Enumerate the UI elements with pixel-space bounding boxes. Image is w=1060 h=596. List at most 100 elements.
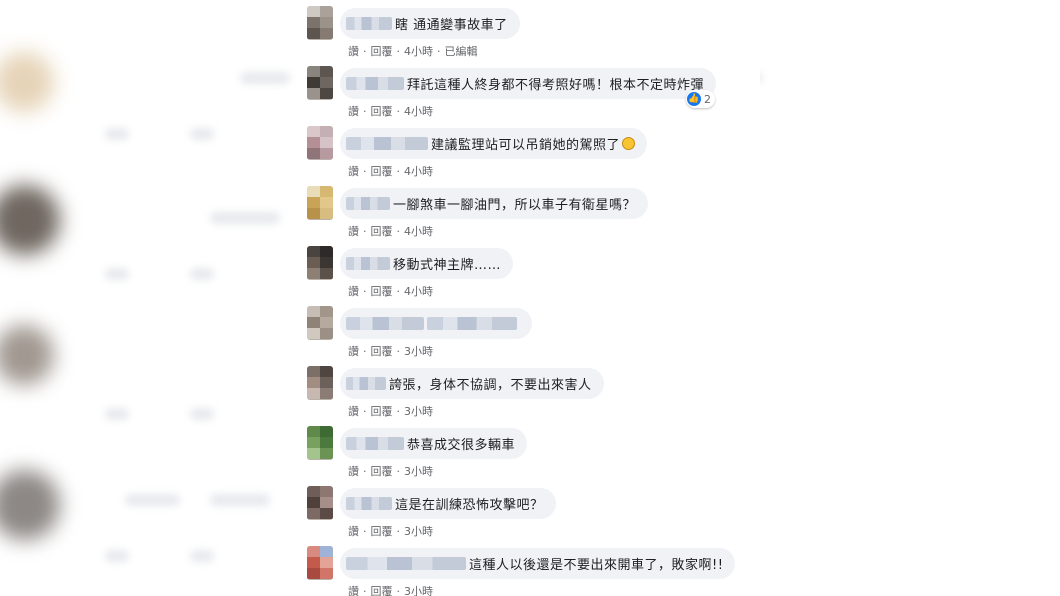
comment-actions: 讚 · 回覆 · 3小時 <box>348 465 433 478</box>
avatar[interactable] <box>307 246 333 280</box>
avatar[interactable] <box>307 66 333 100</box>
like-link[interactable]: 讚 <box>348 165 359 178</box>
like-link[interactable]: 讚 <box>348 405 359 418</box>
reply-link[interactable]: 回覆 <box>371 405 393 418</box>
reply-link[interactable]: 回覆 <box>371 585 393 596</box>
avatar[interactable] <box>307 366 333 400</box>
comment-text: 這種人以後還是不要出來開車了，敗家啊!! <box>469 558 724 573</box>
comment-item: 讚 · 回覆 · 3小時 <box>300 300 760 358</box>
timestamp[interactable]: 4小時 <box>404 285 433 298</box>
commenter-name-pixelated[interactable] <box>346 257 390 270</box>
like-link[interactable]: 讚 <box>348 225 359 238</box>
commenter-name-pixelated[interactable] <box>346 377 386 390</box>
like-link[interactable]: 讚 <box>348 105 359 118</box>
commenter-name-pixelated[interactable] <box>346 137 428 150</box>
comment-list: 瞎 通通變事故車了 讚 · 回覆 · 4小時 · 已編輯 拜託這種人終身都不得考照好嗎！根本… <box>300 0 760 596</box>
comment-text: 這是在訓練恐怖攻擊吧？ <box>395 498 544 513</box>
comment-bubble: 恭喜成交很多輛車 <box>340 428 528 459</box>
avatar[interactable] <box>307 486 333 520</box>
reply-link[interactable]: 回覆 <box>371 105 393 118</box>
blurred-text <box>240 72 290 84</box>
laughing-crying-emoji-icon <box>622 137 636 150</box>
timestamp[interactable]: 3小時 <box>404 465 433 478</box>
comment-bubble: 一腳煞車一腳油門，所以車子有衛星嗎？ <box>340 188 649 219</box>
blurred-text <box>105 550 129 562</box>
avatar[interactable] <box>307 6 333 40</box>
avatar[interactable] <box>307 306 333 340</box>
reply-link[interactable]: 回覆 <box>371 285 393 298</box>
comment-item: 拜託這種人終身都不得考照好嗎！根本不定時炸彈 👍 2 讚 · 回覆 · 4小時 <box>300 60 760 118</box>
like-link[interactable]: 讚 <box>348 345 359 358</box>
like-link[interactable]: 讚 <box>348 585 359 596</box>
comment-bubble: 建議監理站可以吊銷她的駕照了 <box>340 128 648 159</box>
commenter-name-pixelated[interactable] <box>346 557 466 570</box>
comment-text: 一腳煞車一腳油門，所以車子有衛星嗎？ <box>393 198 637 213</box>
reply-link[interactable]: 回覆 <box>371 525 393 538</box>
comment-text: 恭喜成交很多輛車 <box>407 438 516 453</box>
comment-text: 建議監理站可以吊銷她的駕照了 <box>431 138 621 153</box>
blurred-text <box>125 494 180 506</box>
reply-link[interactable]: 回覆 <box>371 345 393 358</box>
blurred-avatar <box>0 185 60 255</box>
reaction-badge[interactable]: 👍 2 <box>686 90 715 108</box>
like-link[interactable]: 讚 <box>348 465 359 478</box>
avatar[interactable] <box>307 186 333 220</box>
comment-bubble <box>340 308 532 339</box>
like-icon: 👍 <box>687 92 701 106</box>
comment-item: 建議監理站可以吊銷她的駕照了 讚 · 回覆 · 4小時 <box>300 120 760 178</box>
comment-actions: 讚 · 回覆 · 3小時 <box>348 585 433 596</box>
comment-text: 誇張，身体不協調，不要出來害人 <box>389 378 592 393</box>
timestamp[interactable]: 3小時 <box>404 585 433 596</box>
commenter-name-pixelated[interactable] <box>346 17 392 30</box>
blurred-text <box>190 408 214 420</box>
comment-bubble: 瞎 通通變事故車了 <box>340 8 520 39</box>
timestamp[interactable]: 4小時 <box>404 225 433 238</box>
blurred-avatar <box>0 325 54 385</box>
blurred-text <box>190 268 214 280</box>
comment-actions: 讚 · 回覆 · 3小時 <box>348 345 433 358</box>
commenter-name-pixelated[interactable] <box>346 197 390 210</box>
comment-item: 這是在訓練恐怖攻擊吧？ 讚 · 回覆 · 3小時 <box>300 480 760 538</box>
comment-actions: 讚 · 回覆 · 4小時 <box>348 105 433 118</box>
comment-item: 移動式神主牌…… 讚 · 回覆 · 4小時 <box>300 240 760 298</box>
timestamp[interactable]: 4小時 <box>404 105 433 118</box>
blurred-text <box>210 212 280 224</box>
commenter-name-pixelated[interactable] <box>346 437 404 450</box>
comment-actions: 讚 · 回覆 · 4小時 <box>348 225 433 238</box>
edited-label[interactable]: 已編輯 <box>445 45 478 58</box>
commenter-name-pixelated[interactable] <box>346 497 392 510</box>
commenter-name-pixelated[interactable] <box>346 317 424 330</box>
comment-item: 一腳煞車一腳油門，所以車子有衛星嗎？ 讚 · 回覆 · 4小時 <box>300 180 760 238</box>
comment-actions: 讚 · 回覆 · 4小時 <box>348 285 433 298</box>
like-link[interactable]: 讚 <box>348 45 359 58</box>
comment-actions: 讚 · 回覆 · 4小時 <box>348 165 433 178</box>
reply-link[interactable]: 回覆 <box>371 165 393 178</box>
blurred-text <box>105 408 129 420</box>
comment-bubble: 誇張，身体不協調，不要出來害人 <box>340 368 604 399</box>
reaction-count: 2 <box>704 92 711 106</box>
timestamp[interactable]: 3小時 <box>404 345 433 358</box>
comment-bubble: 移動式神主牌…… <box>340 248 514 279</box>
comment-text: 拜託這種人終身都不得考照好嗎！根本不定時炸彈 <box>407 78 705 93</box>
comment-text: 移動式神主牌…… <box>393 258 502 273</box>
timestamp[interactable]: 3小時 <box>404 525 433 538</box>
comment-item: 這種人以後還是不要出來開車了，敗家啊!! 讚 · 回覆 · 3小時 <box>300 540 760 596</box>
reply-link[interactable]: 回覆 <box>371 225 393 238</box>
like-link[interactable]: 讚 <box>348 285 359 298</box>
comment-item: 瞎 通通變事故車了 讚 · 回覆 · 4小時 · 已編輯 <box>300 0 760 58</box>
timestamp[interactable]: 4小時 <box>404 165 433 178</box>
timestamp[interactable]: 3小時 <box>404 405 433 418</box>
avatar[interactable] <box>307 546 333 580</box>
avatar[interactable] <box>307 126 333 160</box>
commenter-name-pixelated[interactable] <box>346 77 404 90</box>
comment-text-pixelated <box>427 317 517 330</box>
comment-text: 瞎 通通變事故車了 <box>395 18 508 33</box>
reply-link[interactable]: 回覆 <box>371 45 393 58</box>
timestamp[interactable]: 4小時 <box>404 45 433 58</box>
reply-link[interactable]: 回覆 <box>371 465 393 478</box>
blurred-avatar <box>0 470 60 540</box>
blurred-text <box>105 268 129 280</box>
like-link[interactable]: 讚 <box>348 525 359 538</box>
avatar[interactable] <box>307 426 333 460</box>
comment-item: 誇張，身体不協調，不要出來害人 讚 · 回覆 · 3小時 <box>300 360 760 418</box>
